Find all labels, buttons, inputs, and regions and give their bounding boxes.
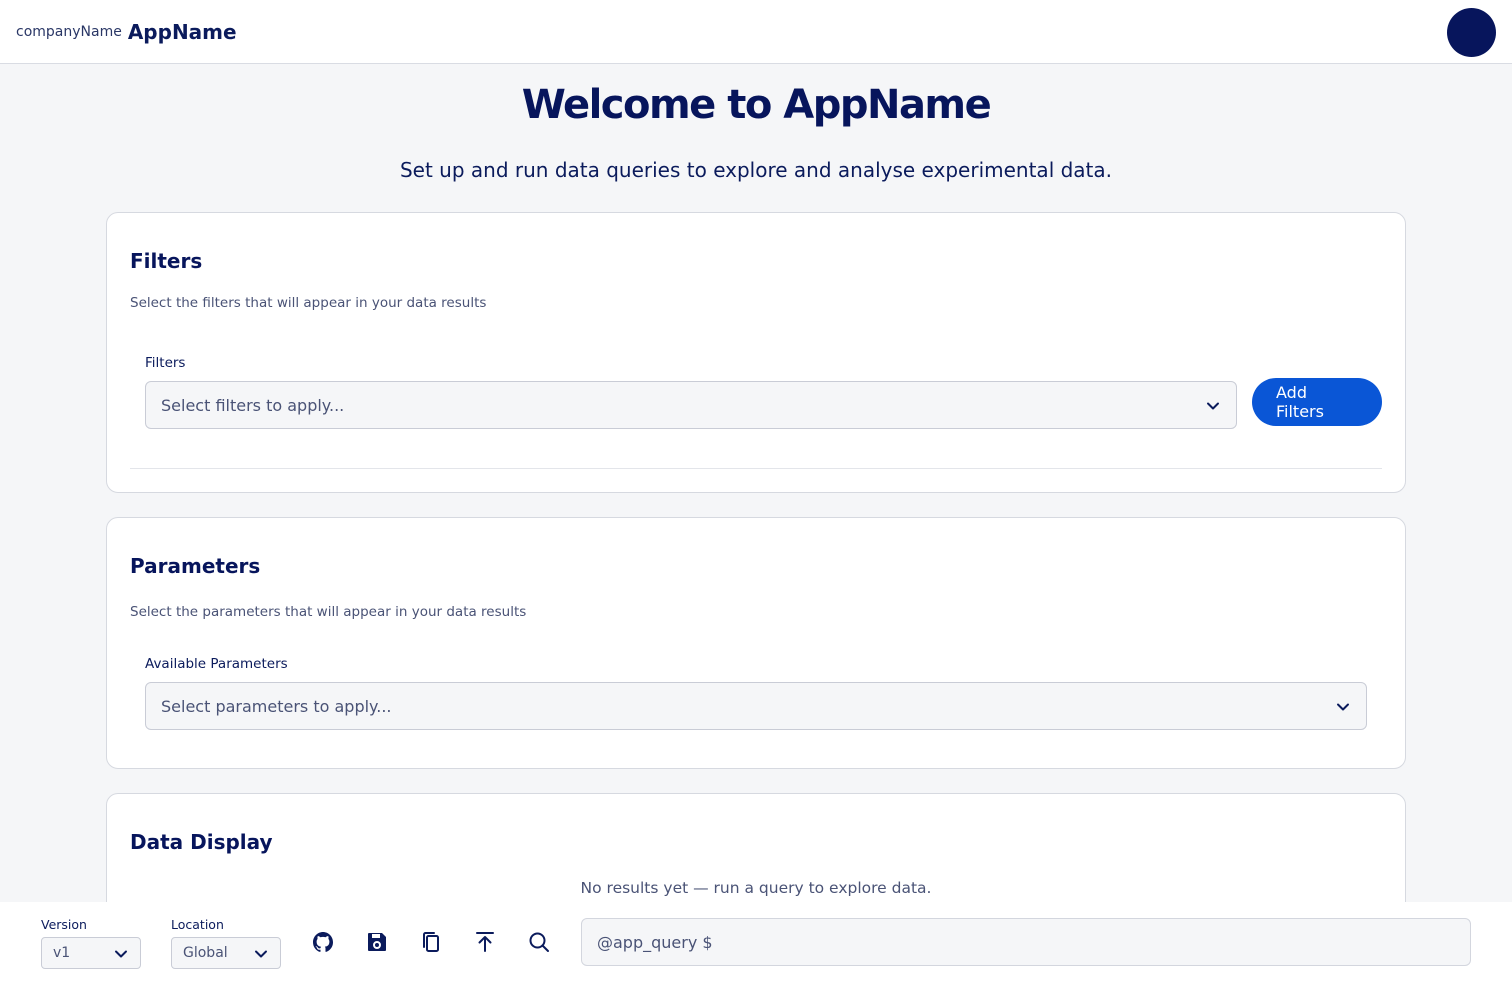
filters-select[interactable]: Select filters to apply... — [145, 381, 1237, 429]
filters-card: Filters Select the filters that will app… — [106, 212, 1406, 493]
version-select[interactable]: v1 — [41, 937, 141, 969]
version-value: v1 — [53, 945, 71, 961]
copy-icon[interactable] — [419, 930, 443, 954]
bottom-toolbar: Version v1 Location Global — [0, 902, 1512, 982]
filters-description: Select the filters that will appear in y… — [130, 295, 487, 311]
filters-field-label: Filters — [145, 355, 186, 371]
user-avatar[interactable] — [1447, 8, 1496, 57]
filters-select-placeholder: Select filters to apply... — [161, 395, 345, 415]
chevron-down-icon — [1207, 402, 1219, 410]
page-title: Welcome to AppName — [521, 82, 992, 128]
app-name: AppName — [127, 19, 237, 44]
page-subtitle: Set up and run data queries to explore a… — [399, 158, 1113, 182]
version-label: Version — [41, 917, 87, 932]
filters-title: Filters — [130, 249, 203, 273]
parameters-field-label: Available Parameters — [145, 656, 288, 672]
location-value: Global — [183, 945, 228, 961]
chevron-down-icon — [1337, 703, 1349, 711]
location-label: Location — [171, 917, 224, 932]
empty-results-message: No results yet — run a query to explore … — [580, 879, 932, 897]
company-name: companyName — [16, 23, 122, 40]
parameters-select[interactable]: Select parameters to apply... — [145, 682, 1367, 730]
parameters-description: Select the parameters that will appear i… — [130, 604, 527, 620]
add-filters-button[interactable]: Add Filters — [1252, 378, 1382, 426]
github-icon[interactable] — [311, 930, 335, 954]
location-select[interactable]: Global — [171, 937, 281, 969]
chevron-down-icon — [115, 950, 127, 958]
command-input[interactable] — [581, 918, 1471, 966]
save-icon[interactable] — [365, 930, 389, 954]
app-header: companyName AppName — [0, 0, 1512, 64]
search-icon[interactable] — [527, 930, 551, 954]
parameters-card: Parameters Select the parameters that wi… — [106, 517, 1406, 769]
chevron-down-icon — [255, 950, 267, 958]
filters-divider — [130, 468, 1382, 469]
parameters-title: Parameters — [130, 554, 261, 578]
parameters-select-placeholder: Select parameters to apply... — [161, 696, 392, 716]
data-display-title: Data Display — [130, 830, 273, 854]
upload-icon[interactable] — [473, 930, 497, 954]
